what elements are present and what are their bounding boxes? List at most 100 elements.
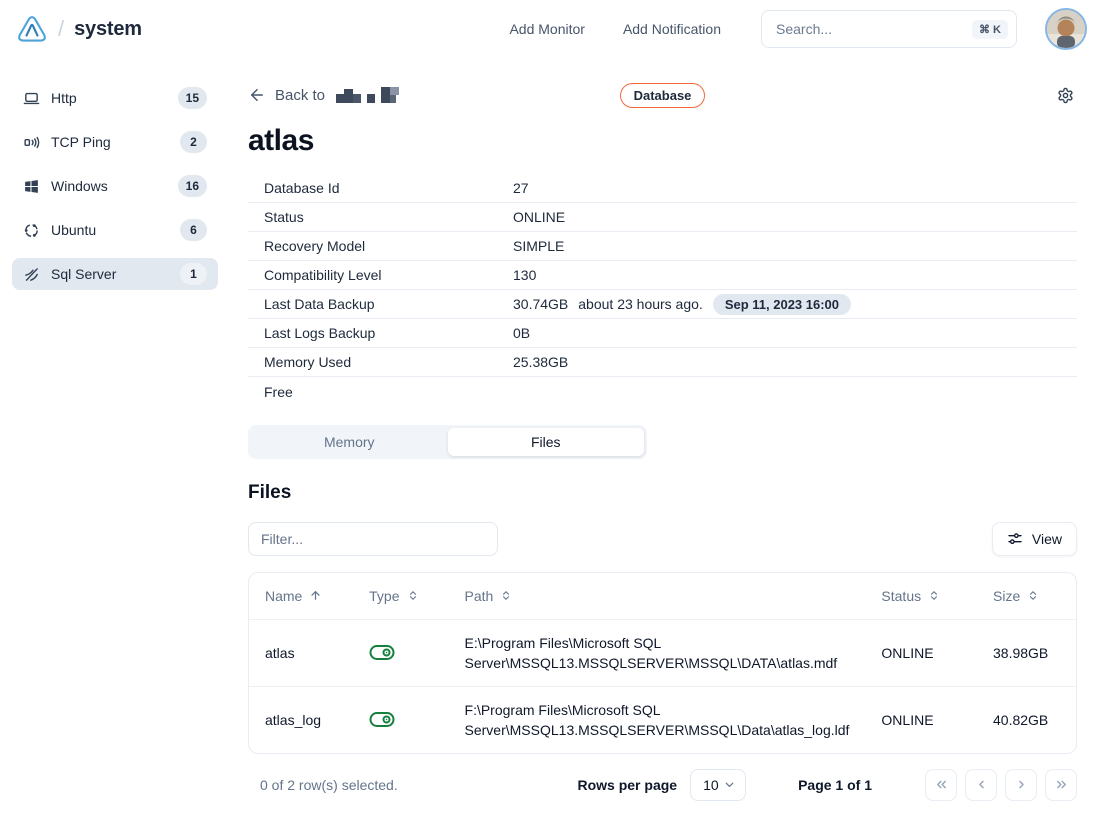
view-button[interactable]: View — [992, 522, 1077, 556]
file-path-cell: F:\Program Files\Microsoft SQL Server\MS… — [449, 686, 866, 753]
first-page-button[interactable] — [925, 769, 957, 801]
filter-input[interactable] — [248, 522, 498, 556]
files-table: Name Type Path — [248, 572, 1077, 754]
previous-page-button[interactable] — [965, 769, 997, 801]
table-footer: 0 of 2 row(s) selected. Rows per page 10… — [248, 769, 1077, 801]
detail-label: Status — [248, 209, 513, 225]
column-header-status[interactable]: Status — [881, 588, 961, 604]
main-content: Back to Database — [232, 58, 1101, 824]
page-title: atlas — [248, 122, 1077, 160]
last-page-button[interactable] — [1045, 769, 1077, 801]
sort-chevrons-icon — [928, 589, 940, 602]
file-name-cell: atlas_log — [249, 686, 353, 753]
detail-row-free: Free — [248, 377, 1077, 406]
detail-label: Memory Used — [248, 354, 513, 370]
sidebar-item-ubuntu[interactable]: Ubuntu 6 — [12, 214, 218, 246]
sort-asc-icon — [309, 589, 322, 602]
column-header-name[interactable]: Name — [265, 588, 337, 604]
detail-row-compatibility-level: Compatibility Level 130 — [248, 261, 1077, 290]
sidebar-count-badge: 1 — [180, 263, 207, 285]
column-header-type[interactable]: Type — [369, 588, 432, 604]
chevron-down-icon — [723, 778, 736, 791]
detail-label: Recovery Model — [248, 238, 513, 254]
gear-icon[interactable] — [1053, 83, 1077, 107]
add-monitor-link[interactable]: Add Monitor — [509, 21, 584, 37]
next-page-button[interactable] — [1005, 769, 1037, 801]
sidebar-item-label: Ubuntu — [51, 222, 96, 238]
tab-memory[interactable]: Memory — [251, 428, 448, 456]
search-input[interactable] — [774, 20, 972, 38]
sidebar-item-label: Sql Server — [51, 266, 116, 282]
breadcrumb-slash: / — [58, 16, 64, 42]
detail-label: Free — [248, 384, 513, 400]
app-logo-icon[interactable] — [16, 14, 48, 44]
arrow-left-icon — [248, 86, 266, 104]
detail-value: 0B — [513, 325, 530, 341]
file-size-cell: 38.98GB — [977, 619, 1076, 686]
file-path-cell: E:\Program Files\Microsoft SQL Server\MS… — [449, 619, 866, 686]
sidebar-item-windows[interactable]: Windows 16 — [12, 170, 218, 202]
file-status-cell: ONLINE — [865, 686, 977, 753]
detail-list: Database Id 27 Status ONLINE Recovery Mo… — [248, 174, 1077, 406]
sliders-icon — [1007, 531, 1023, 547]
signal-icon — [23, 134, 40, 151]
detail-value: 130 — [513, 267, 536, 283]
detail-row-last-logs-backup: Last Logs Backup 0B — [248, 319, 1077, 348]
file-name-cell: atlas — [249, 619, 353, 686]
laptop-icon — [23, 90, 40, 107]
files-heading: Files — [248, 482, 1077, 504]
topbar-actions — [705, 83, 1077, 107]
table-row-atlas[interactable]: atlas E:\Program Files\Microsoft SQL Ser… — [249, 619, 1076, 686]
tab-files[interactable]: Files — [448, 428, 645, 456]
detail-row-last-data-backup: Last Data Backup 30.74GB about 23 hours … — [248, 290, 1077, 319]
detail-row-recovery-model: Recovery Model SIMPLE — [248, 232, 1077, 261]
sidebar-item-http[interactable]: Http 15 — [12, 82, 218, 114]
header-nav: Add Monitor Add Notification — [509, 21, 721, 37]
chevron-left-icon — [974, 777, 989, 792]
detail-label: Last Data Backup — [248, 296, 513, 312]
backup-size: 30.74GB — [513, 296, 568, 312]
column-header-path[interactable]: Path — [465, 588, 850, 604]
sqlserver-icon — [23, 266, 40, 283]
column-header-size[interactable]: Size — [993, 588, 1060, 604]
toggle-on-icon — [369, 644, 432, 661]
table-row-atlas-log[interactable]: atlas_log F:\Program Files\Microsoft SQL… — [249, 686, 1076, 753]
detail-row-memory-used: Memory Used 25.38GB — [248, 348, 1077, 377]
add-notification-link[interactable]: Add Notification — [623, 21, 721, 37]
rows-per-page-value: 10 — [703, 777, 719, 793]
sort-chevrons-icon — [407, 589, 419, 602]
sidebar-item-sql-server[interactable]: Sql Server 1 — [12, 258, 218, 290]
view-button-label: View — [1032, 531, 1062, 547]
detail-label: Last Logs Backup — [248, 325, 513, 341]
avatar[interactable] — [1045, 8, 1087, 50]
sidebar-item-tcp-ping[interactable]: TCP Ping 2 — [12, 126, 218, 158]
search-shortcut-kbd: ⌘ K — [972, 20, 1008, 39]
detail-value: 30.74GB about 23 hours ago. Sep 11, 2023… — [513, 294, 851, 315]
backup-relative-time: about 23 hours ago. — [578, 296, 703, 312]
backup-timestamp-badge: Sep 11, 2023 16:00 — [713, 294, 851, 315]
rows-per-page-label: Rows per page — [577, 777, 677, 793]
ubuntu-icon — [23, 222, 40, 239]
detail-label: Database Id — [248, 180, 513, 196]
app-header: / system Add Monitor Add Notification ⌘ … — [0, 0, 1101, 58]
detail-value: 25.38GB — [513, 354, 568, 370]
detail-value: SIMPLE — [513, 238, 564, 254]
file-size-cell: 40.82GB — [977, 686, 1076, 753]
sort-chevrons-icon — [1027, 589, 1039, 602]
sort-chevrons-icon — [500, 589, 512, 602]
windows-icon — [23, 178, 40, 195]
detail-row-status: Status ONLINE — [248, 203, 1077, 232]
pagination — [917, 769, 1077, 801]
detail-value: 27 — [513, 180, 529, 196]
chevron-right-icon — [1014, 777, 1029, 792]
table-header-row: Name Type Path — [249, 573, 1076, 619]
search-box[interactable]: ⌘ K — [761, 10, 1017, 48]
back-link[interactable]: Back to — [248, 85, 620, 105]
redacted-server-name — [336, 85, 400, 105]
memory-files-tabs: Memory Files — [248, 425, 647, 459]
rows-per-page-select[interactable]: 10 — [690, 769, 746, 801]
chevrons-left-icon — [934, 777, 949, 792]
page-context-title: system — [74, 18, 142, 41]
detail-label: Compatibility Level — [248, 267, 513, 283]
detail-row-database-id: Database Id 27 — [248, 174, 1077, 203]
